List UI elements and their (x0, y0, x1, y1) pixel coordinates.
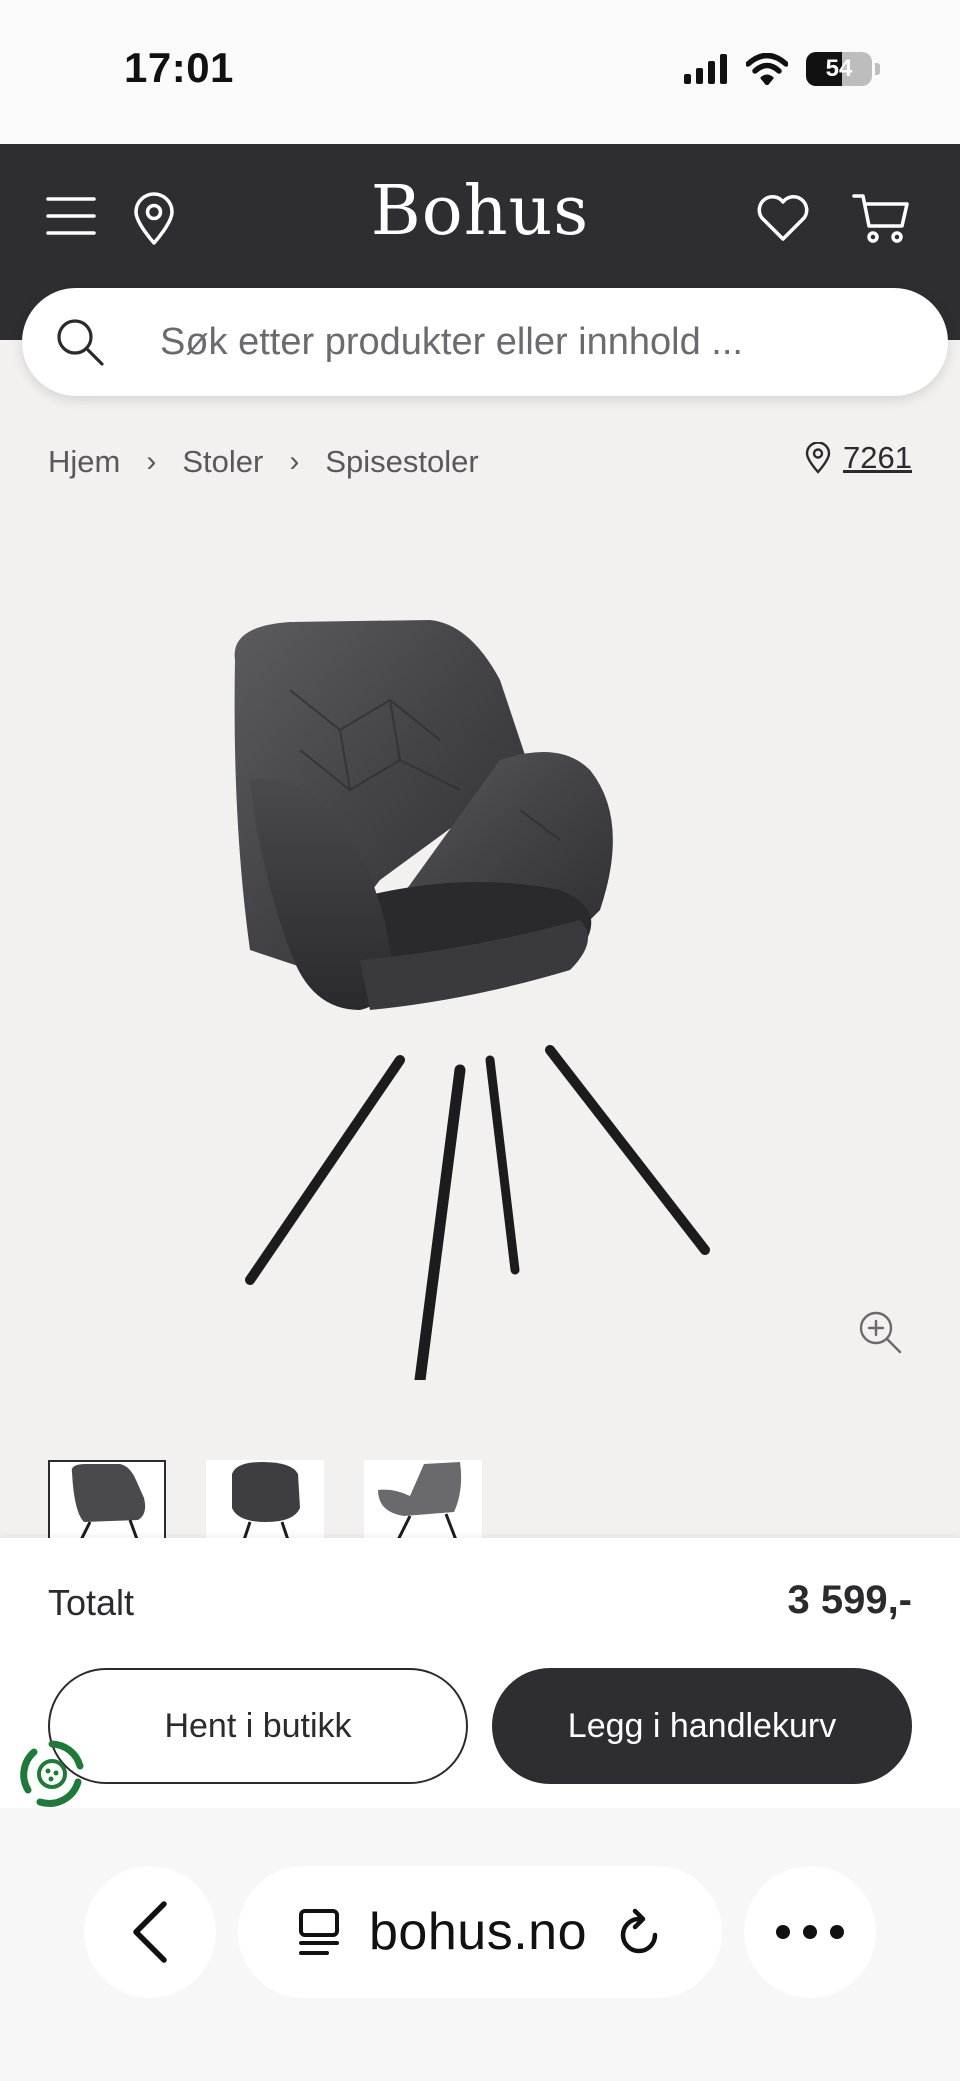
product-section: Hjem › Stoler › Spisestoler 7261 (0, 340, 960, 1540)
add-to-cart-button[interactable]: Legg i handlekurv (492, 1668, 912, 1784)
zoom-icon[interactable] (856, 1308, 904, 1356)
total-price: 3 599,- (787, 1578, 912, 1622)
status-time: 17:01 (124, 44, 234, 91)
total-label: Totalt (48, 1582, 135, 1623)
search-icon (57, 319, 104, 366)
store-selector[interactable]: 7261 (805, 440, 912, 476)
cellular-signal-icon (684, 54, 727, 84)
status-icons: 54 (684, 52, 880, 86)
purchase-bar: Totalt 3 599,- Hent i butikk Legg i hand… (0, 1538, 960, 1808)
chair-thumbnail-image (378, 1462, 462, 1540)
reader-mode-icon[interactable] (297, 1907, 341, 1957)
thumbnail-back[interactable] (206, 1460, 324, 1540)
heart-icon[interactable] (756, 194, 810, 242)
chevron-right-icon: › (289, 445, 300, 478)
location-pin-icon (805, 442, 831, 474)
more-dots-icon (776, 1925, 844, 1939)
breadcrumb-item-home[interactable]: Hjem (48, 444, 120, 480)
breadcrumb-item-dining-chairs[interactable]: Spisestoler (325, 444, 478, 480)
battery-nub (875, 63, 880, 75)
cart-icon[interactable] (852, 192, 910, 244)
battery-level: 54 (825, 55, 853, 82)
dining-chair-image[interactable] (230, 620, 750, 1380)
breadcrumb: Hjem › Stoler › Spisestoler (48, 444, 479, 480)
thumbnail-front[interactable] (48, 1460, 166, 1540)
search-bar[interactable]: Søk etter produkter eller innhold ... (22, 288, 948, 396)
breadcrumb-item-chairs[interactable]: Stoler (182, 444, 263, 480)
recycle-badge-icon[interactable] (16, 1738, 88, 1810)
chevron-left-icon (133, 1901, 167, 1963)
store-number[interactable]: 7261 (843, 440, 912, 476)
more-options-button[interactable] (744, 1866, 876, 1998)
back-button[interactable] (84, 1866, 216, 1998)
address-bar[interactable]: bohus.no (238, 1866, 722, 1998)
bohus-logo[interactable]: Bohus (0, 172, 960, 251)
reload-icon[interactable] (615, 1907, 663, 1957)
chair-thumbnail-image (71, 1464, 146, 1538)
chair-thumbnail-image (232, 1462, 300, 1540)
thumbnail-side[interactable] (364, 1460, 482, 1540)
status-bar: 17:01 54 (0, 0, 960, 144)
pickup-in-store-button[interactable]: Hent i butikk (48, 1668, 468, 1784)
wifi-icon (746, 53, 788, 85)
url-text[interactable]: bohus.no (369, 1902, 587, 1962)
search-input[interactable]: Søk etter produkter eller innhold ... (160, 321, 743, 364)
thumbnail-gallery (48, 1460, 482, 1540)
battery-icon: 54 (806, 52, 872, 86)
chevron-right-icon: › (146, 445, 157, 478)
browser-toolbar: bohus.no (0, 1808, 960, 2081)
